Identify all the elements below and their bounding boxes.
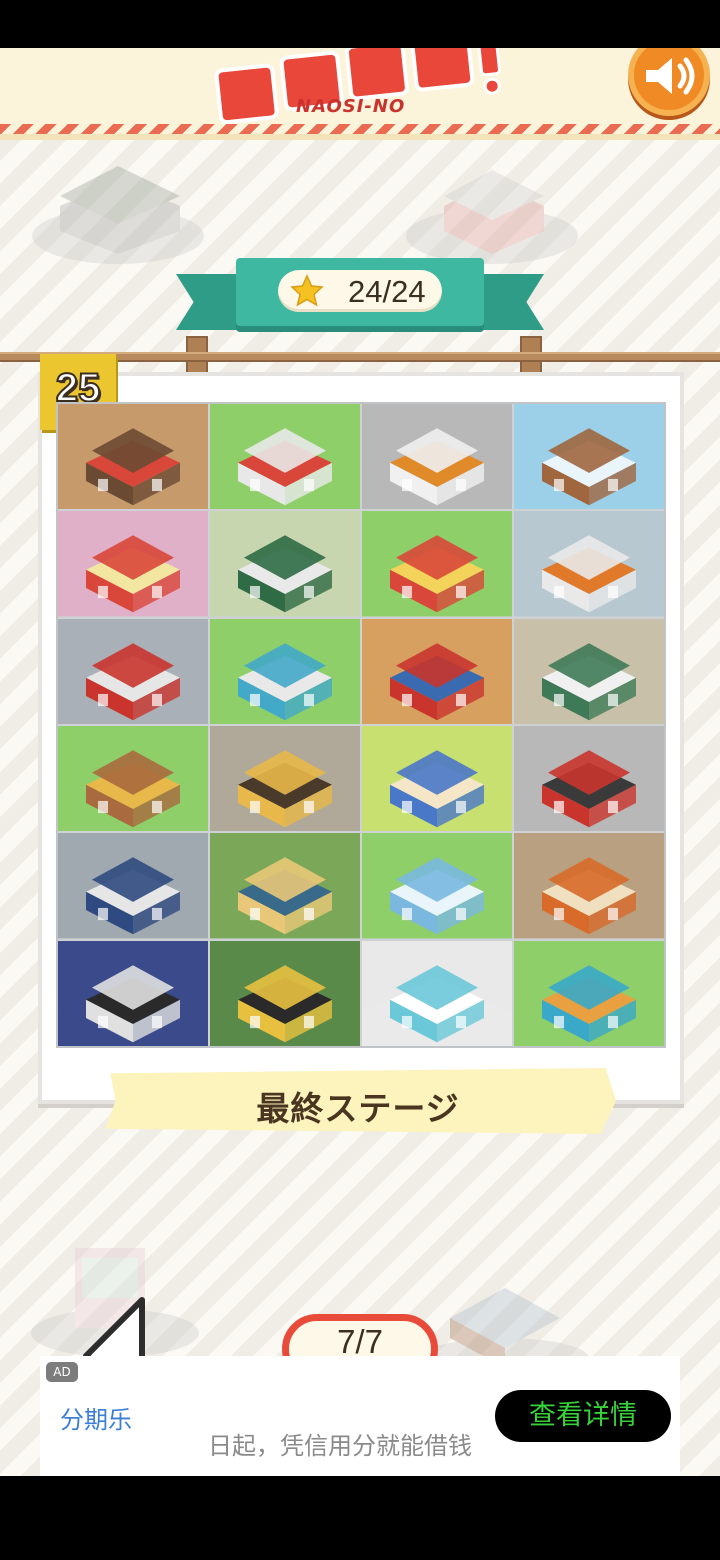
circus-tent-thumbnail — [362, 511, 512, 617]
sushi-bar-thumbnail — [514, 833, 664, 939]
ad-badge: AD — [46, 1362, 78, 1382]
post-office-thumbnail — [58, 618, 208, 724]
stage-tile-toy-factory[interactable] — [514, 940, 664, 1046]
coffee-shop-thumbnail — [58, 404, 208, 510]
bakery-ramen-shop-thumbnail — [210, 726, 360, 832]
police-station-thumbnail — [58, 833, 208, 939]
background-building-right — [406, 170, 578, 264]
stage-tile-burger-shop[interactable] — [210, 404, 360, 510]
claw-machine-arcade-thumbnail — [58, 511, 208, 617]
stage-grid[interactable] — [56, 402, 666, 1048]
stage-tile-convenience-store[interactable] — [514, 511, 664, 617]
stage-tile-cinema[interactable] — [58, 940, 208, 1046]
stage-tile-claw-machine-arcade[interactable] — [58, 511, 208, 617]
background-building-left — [32, 166, 204, 264]
snowy-cabin-thumbnail — [514, 404, 664, 510]
stage-tile-record-shop[interactable] — [210, 940, 360, 1046]
stage-tile-gas-station[interactable] — [362, 404, 512, 510]
stage-tile-bakery-ramen-shop[interactable] — [210, 726, 360, 832]
star-icon — [290, 274, 324, 307]
star-counter: 24/24 — [278, 270, 442, 312]
speaker-icon — [646, 57, 695, 95]
ad-text: 日起，凭信用分就能借钱 — [160, 1426, 472, 1460]
pizza-restaurant-thumbnail — [514, 726, 664, 832]
header-stripe — [0, 124, 720, 134]
ad-text-content: 日起，凭信用分就能借钱 — [208, 1432, 472, 1460]
sound-button[interactable] — [628, 48, 710, 116]
stage-tile-aquarium-pool[interactable] — [362, 940, 512, 1046]
bank-thumbnail — [362, 833, 512, 939]
logo-subtitle: NAOSI-NO — [296, 96, 406, 117]
stage-tile-circus-tent[interactable] — [362, 511, 512, 617]
flower-shop-thumbnail — [210, 511, 360, 617]
ad-banner[interactable]: AD 分期乐 日起，凭信用分就能借钱 查看详情 — [40, 1356, 680, 1476]
market-street-thumbnail — [362, 618, 512, 724]
stage-label-banner: 最終ステージ — [100, 1068, 616, 1134]
game-screen: NAOSI-NO 24/24 25 最終ステージ 7/7 — [0, 48, 720, 1476]
cinema-thumbnail — [58, 940, 208, 1046]
star-count: 24/24 — [348, 274, 426, 309]
header: NAOSI-NO — [0, 48, 720, 140]
stage-tile-pizza-restaurant[interactable] — [514, 726, 664, 832]
ad-details-button[interactable]: 查看详情 — [495, 1390, 671, 1442]
power-plant-thumbnail — [210, 618, 360, 724]
stage-tile-police-station[interactable] — [58, 833, 208, 939]
stage-tile-market-street[interactable] — [362, 618, 512, 724]
stage-tile-egg-farm[interactable] — [362, 726, 512, 832]
stage-tile-bank[interactable] — [362, 833, 512, 939]
egg-farm-thumbnail — [362, 726, 512, 832]
ad-brand[interactable]: 分期乐 — [60, 1400, 132, 1435]
barn-thumbnail — [58, 726, 208, 832]
stage-tile-snowy-cabin[interactable] — [514, 404, 664, 510]
gas-station-thumbnail — [362, 404, 512, 510]
toy-factory-thumbnail — [514, 940, 664, 1046]
stage-tile-post-office[interactable] — [58, 618, 208, 724]
star-banner: 24/24 — [170, 258, 550, 348]
burger-shop-thumbnail — [210, 404, 360, 510]
stage-tile-barn[interactable] — [58, 726, 208, 832]
stage-label: 最終ステージ — [256, 1089, 460, 1128]
status-bar — [0, 0, 720, 48]
hot-spring-thumbnail — [210, 833, 360, 939]
convenience-store-thumbnail — [514, 511, 664, 617]
aquarium-pool-thumbnail — [362, 940, 512, 1046]
stage-tile-flower-shop[interactable] — [210, 511, 360, 617]
stage-tile-sushi-bar[interactable] — [514, 833, 664, 939]
stage-tile-coffee-shop[interactable] — [58, 404, 208, 510]
system-nav-bar — [0, 1476, 720, 1560]
stage-tile-power-plant[interactable] — [210, 618, 360, 724]
stage-tile-japanese-shop[interactable] — [514, 618, 664, 724]
stage-tile-hot-spring[interactable] — [210, 833, 360, 939]
record-shop-thumbnail — [210, 940, 360, 1046]
japanese-shop-thumbnail — [514, 618, 664, 724]
